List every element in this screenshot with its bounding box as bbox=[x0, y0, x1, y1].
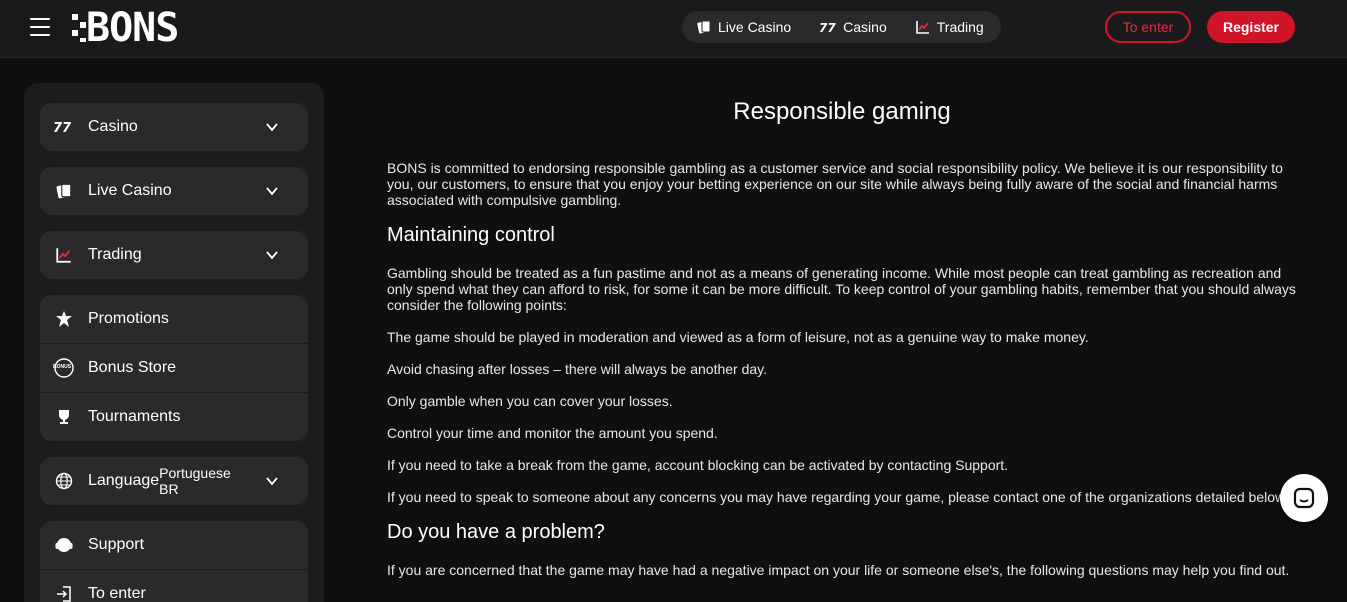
logo-text: BONS bbox=[86, 5, 179, 51]
main-content: Responsible gaming BONS is committed to … bbox=[387, 90, 1297, 594]
sidebar-item-label: To enter bbox=[88, 585, 146, 602]
menu-icon[interactable] bbox=[30, 18, 50, 36]
chevron-down-icon bbox=[260, 115, 284, 139]
sidebar-item-label: Tournaments bbox=[88, 408, 181, 425]
sidebar-item-promotions[interactable]: Promotions bbox=[40, 295, 308, 343]
topnav-trading-label: Trading bbox=[936, 19, 984, 35]
topnav-casino[interactable]: 77 Casino bbox=[819, 19, 887, 35]
svg-text:77: 77 bbox=[819, 21, 836, 34]
bonus-badge-text: BONUS bbox=[52, 364, 72, 370]
sidebar-item-trading[interactable]: Trading bbox=[40, 231, 308, 279]
trophy-icon bbox=[52, 405, 76, 429]
problem-paragraph: If you are concerned that the game may h… bbox=[387, 562, 1290, 578]
control-paragraph: Gambling should be treated as a fun past… bbox=[387, 265, 1296, 313]
star-burst-icon bbox=[52, 307, 76, 331]
cards-icon bbox=[52, 179, 76, 203]
top-header: BONS Live Casino 77 Casino Trading To en… bbox=[0, 0, 1347, 58]
login-button[interactable]: To enter bbox=[1105, 11, 1191, 43]
chat-button[interactable] bbox=[1280, 474, 1328, 522]
sidebar-item-live-casino[interactable]: Live Casino bbox=[40, 167, 308, 215]
language-selector[interactable]: Language Portuguese BR bbox=[40, 457, 308, 505]
section-heading-problem: Do you have a problem? bbox=[387, 521, 605, 543]
svg-text:77: 77 bbox=[53, 121, 72, 135]
topnav-live-casino-label: Live Casino bbox=[718, 19, 792, 35]
login-icon bbox=[52, 582, 76, 602]
sidebar-group-promos: Promotions BONUS Bonus Store Tournaments bbox=[40, 295, 308, 441]
chart-icon bbox=[915, 19, 931, 35]
point-paragraph: If you need to speak to someone about an… bbox=[387, 489, 1286, 505]
chat-bubble-icon bbox=[1292, 486, 1316, 510]
sidebar-item-tournaments[interactable]: Tournaments bbox=[40, 392, 308, 441]
topnav-live-casino[interactable]: Live Casino bbox=[696, 19, 791, 35]
topnav-trading[interactable]: Trading bbox=[915, 19, 984, 35]
sidebar-item-casino[interactable]: 77 Casino bbox=[40, 103, 308, 151]
sidebar: 77 Casino Live Casino Trading Promotions… bbox=[24, 83, 324, 602]
point-paragraph: Avoid chasing after losses – there will … bbox=[387, 361, 768, 377]
sidebar-item-label: Bonus Store bbox=[88, 359, 177, 376]
point-paragraph: Only gamble when you can cover your loss… bbox=[387, 393, 673, 409]
top-nav: Live Casino 77 Casino Trading bbox=[682, 11, 1001, 43]
intro-paragraph: BONS is committed to endorsing responsib… bbox=[387, 160, 1283, 208]
sidebar-item-bonus-store[interactable]: BONUS Bonus Store bbox=[40, 343, 308, 392]
chevron-down-icon bbox=[260, 179, 284, 203]
sidebar-item-label: Support bbox=[88, 536, 145, 553]
bonus-badge-icon: BONUS bbox=[52, 356, 76, 380]
sidebar-item-to-enter[interactable]: To enter bbox=[40, 569, 308, 602]
sidebar-item-label: Casino bbox=[88, 118, 138, 135]
sidebar-item-label: Trading bbox=[88, 246, 142, 263]
language-value: Portuguese BR bbox=[159, 465, 231, 497]
point-paragraph: The game should be played in moderation … bbox=[387, 329, 1089, 345]
slot-777-icon: 77 bbox=[52, 115, 76, 139]
chart-icon bbox=[52, 243, 76, 267]
chevron-down-icon bbox=[260, 243, 284, 267]
sidebar-item-label: Promotions bbox=[88, 310, 169, 327]
point-paragraph: If you need to take a break from the gam… bbox=[387, 457, 1009, 473]
logo[interactable]: BONS bbox=[72, 6, 232, 50]
register-button[interactable]: Register bbox=[1207, 11, 1295, 43]
language-label: Language bbox=[87, 472, 160, 489]
topnav-casino-label: Casino bbox=[843, 19, 887, 35]
cards-icon bbox=[696, 19, 712, 35]
globe-icon bbox=[52, 469, 76, 493]
point-paragraph: Control your time and monitor the amount… bbox=[387, 425, 718, 441]
headset-icon bbox=[52, 533, 76, 557]
chevron-down-icon bbox=[260, 469, 284, 493]
sidebar-group-account: Support To enter bbox=[40, 521, 308, 602]
section-heading-control: Maintaining control bbox=[387, 224, 555, 246]
slot-777-icon: 77 bbox=[819, 20, 837, 34]
page-title: Responsible gaming bbox=[733, 98, 951, 125]
sidebar-item-support[interactable]: Support bbox=[40, 521, 308, 569]
sidebar-item-label: Live Casino bbox=[88, 182, 172, 199]
